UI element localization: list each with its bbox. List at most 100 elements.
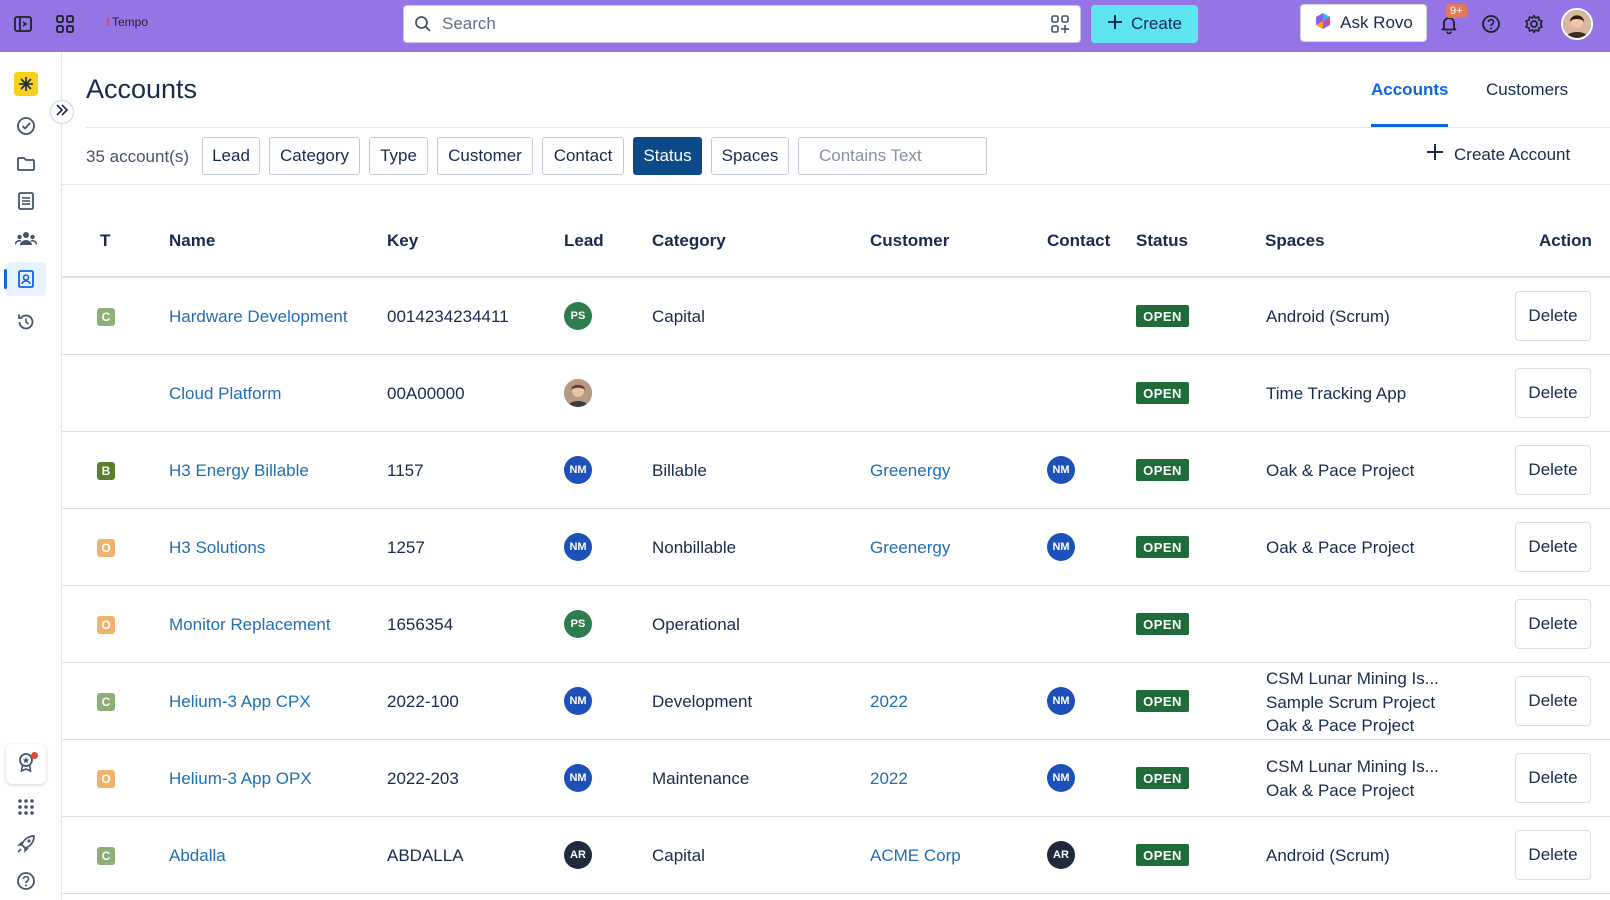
lead-photo-avatar[interactable] bbox=[564, 379, 592, 407]
type-badge: C bbox=[97, 308, 115, 326]
lead-avatar[interactable]: NM bbox=[564, 687, 592, 715]
search-filter-icon[interactable] bbox=[1050, 14, 1070, 34]
delete-button[interactable]: Delete bbox=[1515, 445, 1591, 495]
contact-avatar[interactable]: AR bbox=[1047, 841, 1075, 869]
column-header-lead[interactable]: Lead bbox=[564, 231, 604, 251]
type-badge: C bbox=[97, 847, 115, 865]
history-icon[interactable] bbox=[14, 310, 38, 334]
status-badge: OPEN bbox=[1136, 844, 1189, 866]
column-header-name[interactable]: Name bbox=[169, 231, 215, 251]
user-avatar[interactable] bbox=[1561, 8, 1593, 40]
sidebar-toggle-icon[interactable] bbox=[11, 12, 35, 36]
space-item: Time Tracking App bbox=[1266, 384, 1407, 403]
team-icon[interactable] bbox=[14, 226, 38, 250]
table-row: Cloud Platform 00A00000 OPEN Time Tracki… bbox=[62, 355, 1610, 432]
filter-spaces-button[interactable]: Spaces bbox=[711, 137, 789, 175]
space-item: CSM Lunar Mining Is... bbox=[1266, 757, 1439, 776]
account-category: Operational bbox=[652, 615, 740, 634]
status-badge: OPEN bbox=[1136, 305, 1189, 327]
column-header-customer[interactable]: Customer bbox=[870, 231, 949, 251]
tempo-logo[interactable]: t Tempo bbox=[106, 15, 148, 29]
filter-status-button[interactable]: Status bbox=[633, 137, 702, 175]
create-account-label: Create Account bbox=[1454, 144, 1571, 164]
delete-button[interactable]: Delete bbox=[1515, 599, 1591, 649]
more-apps-icon[interactable] bbox=[14, 795, 38, 819]
contact-avatar[interactable]: NM bbox=[1047, 456, 1075, 484]
app-switcher-icon[interactable] bbox=[53, 12, 77, 36]
contact-avatar[interactable]: NM bbox=[1047, 687, 1075, 715]
table-row: O Monitor Replacement 1656354 PS Operati… bbox=[62, 586, 1610, 663]
account-category: Capital bbox=[652, 846, 705, 865]
account-name-link[interactable]: H3 Energy Billable bbox=[169, 461, 309, 481]
space-item: Sample Scrum Project bbox=[1266, 692, 1436, 712]
contact-avatar[interactable]: NM bbox=[1047, 764, 1075, 792]
account-key: 1656354 bbox=[387, 615, 454, 634]
delete-button[interactable]: Delete bbox=[1515, 522, 1591, 572]
ask-rovo-label: Ask Rovo bbox=[1340, 13, 1413, 32]
lead-avatar[interactable]: NM bbox=[564, 456, 592, 484]
contains-text-input[interactable]: Contains Text bbox=[798, 137, 987, 175]
account-name-link[interactable]: Abdalla bbox=[169, 846, 226, 866]
filter-customer-button[interactable]: Customer bbox=[437, 137, 533, 175]
tempo-app-icon[interactable] bbox=[14, 72, 38, 96]
filter-category-button[interactable]: Category bbox=[269, 137, 360, 175]
lead-avatar[interactable]: AR bbox=[564, 841, 592, 869]
create-account-button[interactable]: Create Account bbox=[1426, 143, 1570, 166]
lead-avatar[interactable]: NM bbox=[564, 533, 592, 561]
account-key: 00A00000 bbox=[387, 384, 465, 403]
customer-link[interactable]: 2022 bbox=[870, 692, 908, 712]
delete-button[interactable]: Delete bbox=[1515, 753, 1591, 803]
filter-type-button[interactable]: Type bbox=[369, 137, 428, 175]
expand-sidebar-button[interactable] bbox=[50, 100, 74, 124]
column-header-contact[interactable]: Contact bbox=[1047, 231, 1110, 251]
search-input[interactable]: Search bbox=[403, 5, 1081, 43]
list-icon[interactable] bbox=[14, 189, 38, 213]
customer-link[interactable]: ACME Corp bbox=[870, 846, 961, 866]
column-header-spaces[interactable]: Spaces bbox=[1265, 231, 1325, 251]
column-header-type[interactable]: T bbox=[100, 231, 110, 251]
delete-button[interactable]: Delete bbox=[1515, 676, 1591, 726]
account-name-link[interactable]: Helium-3 App CPX bbox=[169, 692, 311, 712]
ask-rovo-button[interactable]: Ask Rovo bbox=[1300, 4, 1427, 42]
accounts-contact-icon[interactable] bbox=[14, 267, 38, 291]
delete-button[interactable]: Delete bbox=[1515, 291, 1591, 341]
help-icon[interactable] bbox=[1479, 12, 1503, 36]
filter-contact-button[interactable]: Contact bbox=[542, 137, 624, 175]
create-button[interactable]: Create bbox=[1091, 5, 1198, 43]
settings-gear-icon[interactable] bbox=[1522, 12, 1546, 36]
account-name-link[interactable]: H3 Solutions bbox=[169, 538, 265, 558]
customer-link[interactable]: Greenergy bbox=[870, 538, 950, 558]
column-header-category[interactable]: Category bbox=[652, 231, 726, 251]
customer-link[interactable]: 2022 bbox=[870, 769, 908, 789]
account-name-link[interactable]: Helium-3 App OPX bbox=[169, 769, 312, 789]
lead-avatar[interactable]: PS bbox=[564, 610, 592, 638]
column-header-status[interactable]: Status bbox=[1136, 231, 1188, 251]
account-name-link[interactable]: Hardware Development bbox=[169, 307, 348, 327]
top-navigation-bar: t Tempo Search Create Ask Rovo 9+ bbox=[0, 0, 1610, 52]
folder-icon[interactable] bbox=[14, 152, 38, 176]
delete-button[interactable]: Delete bbox=[1515, 368, 1591, 418]
account-key: 0014234234411 bbox=[387, 307, 509, 326]
promo-badge-button[interactable] bbox=[6, 744, 46, 784]
column-header-key[interactable]: Key bbox=[387, 231, 418, 251]
tab-accounts[interactable]: Accounts bbox=[1371, 80, 1448, 100]
table-row: B H3 Energy Billable 1157 NM Billable Gr… bbox=[62, 432, 1610, 509]
tab-customers[interactable]: Customers bbox=[1486, 80, 1568, 100]
promo-notification-dot bbox=[31, 752, 38, 759]
account-name-link[interactable]: Cloud Platform bbox=[169, 384, 281, 404]
spaces-list: Android (Scrum) bbox=[1266, 305, 1390, 329]
lead-avatar[interactable]: NM bbox=[564, 764, 592, 792]
account-category: Maintenance bbox=[652, 769, 750, 788]
delete-button[interactable]: Delete bbox=[1515, 830, 1591, 880]
check-circle-icon[interactable] bbox=[14, 114, 38, 138]
sidebar-help-icon[interactable] bbox=[14, 869, 38, 893]
space-item: Oak & Pace Project bbox=[1266, 538, 1415, 557]
lead-avatar[interactable]: PS bbox=[564, 302, 592, 330]
filter-lead-button[interactable]: Lead bbox=[202, 137, 260, 175]
customer-link[interactable]: Greenergy bbox=[870, 461, 950, 481]
account-name-link[interactable]: Monitor Replacement bbox=[169, 615, 331, 635]
type-badge: C bbox=[97, 693, 115, 711]
account-category: Capital bbox=[652, 307, 705, 326]
rocket-icon[interactable] bbox=[14, 832, 38, 856]
contact-avatar[interactable]: NM bbox=[1047, 533, 1075, 561]
